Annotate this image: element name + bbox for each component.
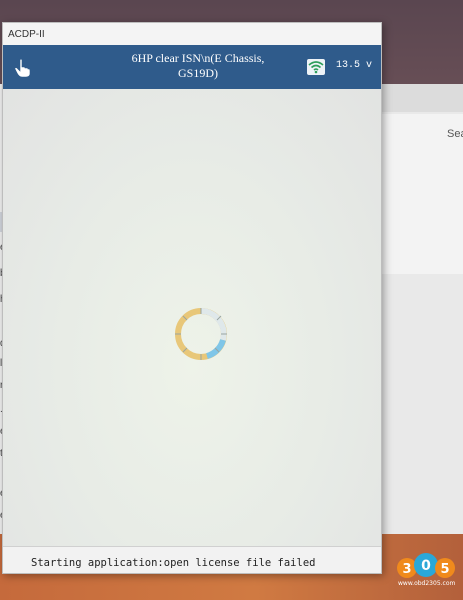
logo-digit-0: 0 <box>421 558 431 574</box>
page-title: 6HP clear ISN\n(E Chassis, GS19D) <box>98 51 298 81</box>
app-window-title: ACDP-II <box>8 28 45 40</box>
logo-digit-3: 3 <box>402 562 411 577</box>
back-pointer-icon[interactable] <box>13 58 31 78</box>
wifi-icon <box>307 59 325 75</box>
acdp-app-window: ACDP-II 6HP clear ISN\n(E Chassis, GS19D… <box>2 22 382 574</box>
loading-spinner-icon <box>175 308 227 360</box>
watermark-url: www.obd2305.com <box>398 580 456 587</box>
status-bar: Starting application:open license file f… <box>3 546 381 573</box>
page-title-line1: 6HP clear ISN\n(E Chassis, <box>131 51 265 65</box>
status-message: Starting application:open license file f… <box>31 557 316 569</box>
voltage-readout: 13.5 v <box>336 60 373 71</box>
background-search-label[interactable]: Sea <box>447 128 463 140</box>
page-title-line2: GS19D) <box>177 66 218 80</box>
app-header: 6HP clear ISN\n(E Chassis, GS19D) 13.5 v <box>3 45 381 89</box>
logo-digit-5: 5 <box>440 562 449 577</box>
app-titlebar: ACDP-II <box>3 23 381 45</box>
